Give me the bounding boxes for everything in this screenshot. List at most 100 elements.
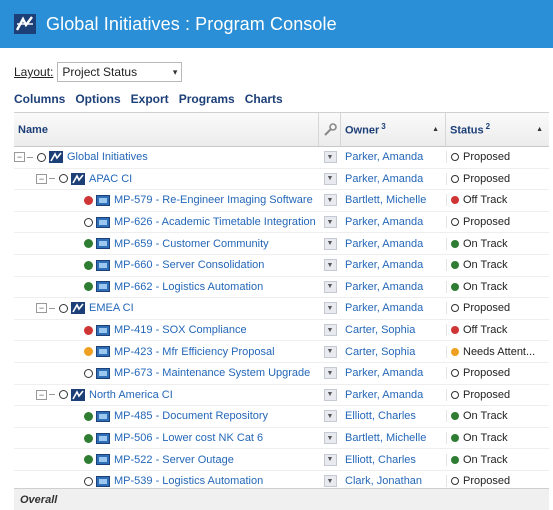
row-dropdown-icon[interactable]: ▼ [323, 475, 337, 488]
row-name-link[interactable]: MP-659 - Customer Community [114, 238, 269, 250]
menu-options[interactable]: Options [75, 92, 120, 108]
table-row[interactable]: MP-659 - Customer Community ▼ Parker, Aman… [14, 233, 549, 255]
health-indicator-icon [84, 476, 93, 486]
row-dropdown-icon[interactable]: ▼ [323, 237, 337, 250]
row-dropdown-icon[interactable]: ▼ [323, 172, 337, 185]
menu-export[interactable]: Export [131, 92, 169, 108]
table-row[interactable]: MP-506 - Lower cost NK Cat 6 ▼ Bartlett, M… [14, 428, 549, 450]
row-status-cell: On Track [446, 410, 549, 423]
row-menu-cell: ▼ [319, 453, 341, 466]
row-owner-link[interactable]: Elliott, Charles [341, 410, 446, 422]
row-dropdown-icon[interactable]: ▼ [323, 453, 337, 466]
row-name-link[interactable]: North America CI [89, 389, 173, 401]
table-row[interactable]: − APAC CI ▼ Parker, Amanda Proposed [14, 169, 549, 191]
row-dropdown-icon[interactable]: ▼ [323, 410, 337, 423]
row-dropdown-icon[interactable]: ▼ [323, 280, 337, 293]
table-row[interactable]: MP-423 - Mfr Efficiency Proposal ▼ Carter,… [14, 341, 549, 363]
row-owner-link[interactable]: Parker, Amanda [341, 238, 446, 250]
column-header-name[interactable]: Name [14, 113, 319, 146]
column-header-status[interactable]: Status 2 ▲ [446, 113, 549, 146]
table-row[interactable]: − EMEA CI ▼ Parker, Amanda Proposed [14, 298, 549, 320]
row-status-cell: Proposed [446, 388, 549, 401]
project-icon [96, 475, 110, 487]
row-name-cell: MP-660 - Server Consolidation [14, 259, 319, 271]
table-row[interactable]: MP-522 - Server Outage ▼ Elliott, Charles O… [14, 449, 549, 471]
row-owner-link[interactable]: Parker, Amanda [341, 302, 446, 314]
row-name-link[interactable]: MP-660 - Server Consolidation [114, 259, 264, 271]
table-row[interactable]: MP-673 - Maintenance System Upgrade ▼ Park… [14, 363, 549, 385]
row-status-cell: On Track [446, 453, 549, 466]
row-dropdown-icon[interactable]: ▼ [323, 324, 337, 337]
table-row[interactable]: − Global Initiatives ▼ Parker, Amanda Propos… [14, 147, 549, 169]
row-owner-link[interactable]: Parker, Amanda [341, 151, 446, 163]
menu-programs[interactable]: Programs [179, 92, 235, 108]
row-name-link[interactable]: MP-419 - SOX Compliance [114, 324, 247, 336]
row-owner-link[interactable]: Parker, Amanda [341, 281, 446, 293]
row-name-link[interactable]: MP-662 - Logistics Automation [114, 281, 263, 293]
row-name-link[interactable]: MP-423 - Mfr Efficiency Proposal [114, 346, 275, 358]
sort-up-icon: ▲ [432, 126, 439, 133]
overall-label: Overall [20, 493, 58, 506]
row-dropdown-icon[interactable]: ▼ [323, 151, 337, 164]
table-row[interactable]: MP-626 - Academic Timetable Integration ▼… [14, 212, 549, 234]
row-owner-link[interactable]: Carter, Sophia [341, 346, 446, 358]
row-name-link[interactable]: MP-506 - Lower cost NK Cat 6 [114, 432, 263, 444]
status-indicator-icon [451, 477, 459, 486]
collapse-toggle-icon[interactable]: − [14, 152, 25, 163]
menu-columns[interactable]: Columns [14, 92, 65, 108]
status-sort-order: 2 [485, 122, 491, 132]
table-row[interactable]: MP-579 - Re-Engineer Imaging Software ▼ Ba… [14, 190, 549, 212]
row-owner-link[interactable]: Carter, Sophia [341, 324, 446, 336]
column-header-owner[interactable]: Owner 3 ▲ [341, 113, 446, 146]
collapse-toggle-icon[interactable]: − [36, 303, 47, 314]
row-name-link[interactable]: MP-522 - Server Outage [114, 454, 234, 466]
table-row[interactable]: MP-662 - Logistics Automation ▼ Parker, Am… [14, 277, 549, 299]
collapse-toggle-icon[interactable]: − [36, 389, 47, 400]
row-dropdown-icon[interactable]: ▼ [323, 367, 337, 380]
row-name-link[interactable]: MP-673 - Maintenance System Upgrade [114, 367, 310, 379]
row-owner-link[interactable]: Parker, Amanda [341, 259, 446, 271]
row-owner-link[interactable]: Parker, Amanda [341, 216, 446, 228]
row-owner-link[interactable]: Clark, Jonathan [341, 475, 446, 487]
row-dropdown-icon[interactable]: ▼ [323, 259, 337, 272]
row-dropdown-icon[interactable]: ▼ [323, 194, 337, 207]
health-indicator-icon [84, 217, 93, 227]
collapse-toggle-icon[interactable]: − [36, 173, 47, 184]
row-dropdown-icon[interactable]: ▼ [323, 432, 337, 445]
row-owner-link[interactable]: Bartlett, Michelle [341, 194, 446, 206]
row-name-cell: MP-522 - Server Outage [14, 454, 319, 466]
row-name-link[interactable]: APAC CI [89, 173, 132, 185]
row-name-link[interactable]: MP-485 - Document Repository [114, 410, 268, 422]
row-status-cell: On Track [446, 280, 549, 293]
row-dropdown-icon[interactable]: ▼ [323, 388, 337, 401]
row-dropdown-icon[interactable]: ▼ [323, 345, 337, 358]
table-row[interactable]: − North America CI ▼ Parker, Amanda Proposed [14, 385, 549, 407]
row-name-link[interactable]: Global Initiatives [67, 151, 148, 163]
row-owner-link[interactable]: Bartlett, Michelle [341, 432, 446, 444]
row-menu-cell: ▼ [319, 324, 341, 337]
row-menu-cell: ▼ [319, 432, 341, 445]
row-owner-link[interactable]: Parker, Amanda [341, 389, 446, 401]
row-status-cell: Proposed [446, 475, 549, 488]
row-name-link[interactable]: MP-579 - Re-Engineer Imaging Software [114, 194, 313, 206]
health-indicator-icon [84, 239, 93, 249]
table-row[interactable]: MP-485 - Document Repository ▼ Elliott, Ch… [14, 406, 549, 428]
row-name-link[interactable]: MP-539 - Logistics Automation [114, 475, 263, 487]
row-name-link[interactable]: MP-626 - Academic Timetable Integration [114, 216, 316, 228]
row-dropdown-icon[interactable]: ▼ [323, 302, 337, 315]
project-icon [96, 432, 110, 444]
menu-charts[interactable]: Charts [245, 92, 283, 108]
wrench-icon[interactable] [319, 113, 341, 146]
grid-header: Name Owner 3 ▲ Status 2 ▲ [14, 113, 549, 147]
row-owner-link[interactable]: Parker, Amanda [341, 173, 446, 185]
layout-select[interactable]: Project Status ▾ [57, 62, 183, 82]
row-owner-link[interactable]: Parker, Amanda [341, 367, 446, 379]
table-row[interactable]: MP-419 - SOX Compliance ▼ Carter, Sophia Of… [14, 320, 549, 342]
row-dropdown-icon[interactable]: ▼ [323, 216, 337, 229]
status-label: Proposed [463, 475, 511, 488]
row-name-link[interactable]: EMEA CI [89, 302, 134, 314]
table-row[interactable]: MP-660 - Server Consolidation ▼ Parker, Am… [14, 255, 549, 277]
health-indicator-icon [37, 152, 46, 162]
row-owner-link[interactable]: Elliott, Charles [341, 454, 446, 466]
row-menu-cell: ▼ [319, 475, 341, 488]
